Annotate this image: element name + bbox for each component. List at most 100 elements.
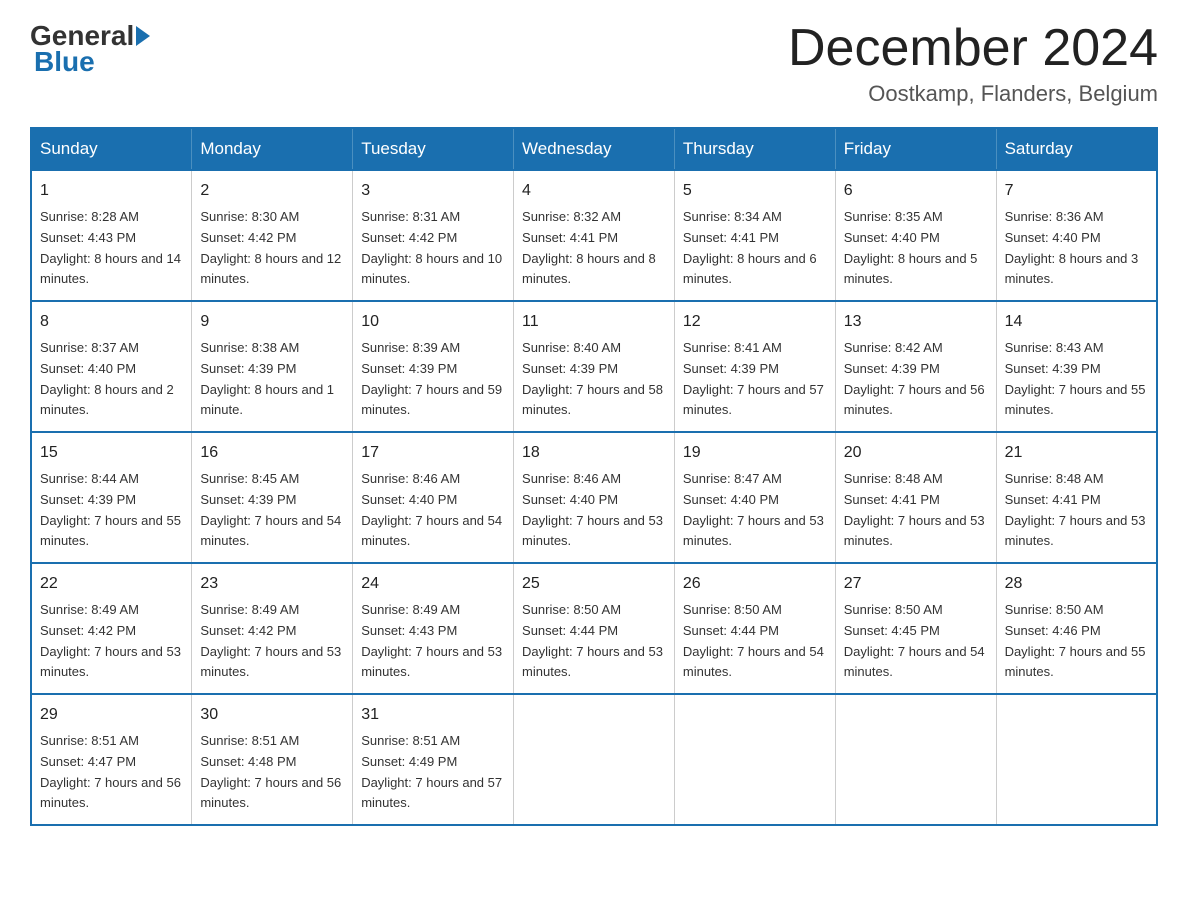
day-number: 18 [522, 441, 666, 466]
calendar-cell: 15 Sunrise: 8:44 AMSunset: 4:39 PMDayligh… [31, 432, 192, 563]
day-header-sunday: Sunday [31, 128, 192, 170]
week-row-4: 22 Sunrise: 8:49 AMSunset: 4:42 PMDayligh… [31, 563, 1157, 694]
day-number: 21 [1005, 441, 1148, 466]
month-year-title: December 2024 [788, 20, 1158, 77]
calendar-cell: 9 Sunrise: 8:38 AMSunset: 4:39 PMDaylight… [192, 301, 353, 432]
day-info: Sunrise: 8:31 AMSunset: 4:42 PMDaylight:… [361, 207, 505, 290]
calendar-cell: 18 Sunrise: 8:46 AMSunset: 4:40 PMDayligh… [514, 432, 675, 563]
week-row-1: 1 Sunrise: 8:28 AMSunset: 4:43 PMDaylight… [31, 170, 1157, 301]
calendar-cell [514, 694, 675, 825]
calendar-cell: 27 Sunrise: 8:50 AMSunset: 4:45 PMDayligh… [835, 563, 996, 694]
calendar-cell: 23 Sunrise: 8:49 AMSunset: 4:42 PMDayligh… [192, 563, 353, 694]
calendar-cell: 4 Sunrise: 8:32 AMSunset: 4:41 PMDaylight… [514, 170, 675, 301]
day-info: Sunrise: 8:34 AMSunset: 4:41 PMDaylight:… [683, 207, 827, 290]
calendar-cell: 21 Sunrise: 8:48 AMSunset: 4:41 PMDayligh… [996, 432, 1157, 563]
day-info: Sunrise: 8:48 AMSunset: 4:41 PMDaylight:… [844, 469, 988, 552]
title-section: December 2024 Oostkamp, Flanders, Belgiu… [788, 20, 1158, 107]
day-info: Sunrise: 8:32 AMSunset: 4:41 PMDaylight:… [522, 207, 666, 290]
day-info: Sunrise: 8:49 AMSunset: 4:42 PMDaylight:… [40, 600, 183, 683]
day-header-thursday: Thursday [674, 128, 835, 170]
day-number: 3 [361, 179, 505, 204]
calendar-cell [835, 694, 996, 825]
day-info: Sunrise: 8:39 AMSunset: 4:39 PMDaylight:… [361, 338, 505, 421]
day-number: 9 [200, 310, 344, 335]
calendar-cell: 10 Sunrise: 8:39 AMSunset: 4:39 PMDayligh… [353, 301, 514, 432]
day-info: Sunrise: 8:28 AMSunset: 4:43 PMDaylight:… [40, 207, 183, 290]
day-info: Sunrise: 8:30 AMSunset: 4:42 PMDaylight:… [200, 207, 344, 290]
day-info: Sunrise: 8:50 AMSunset: 4:44 PMDaylight:… [683, 600, 827, 683]
day-number: 23 [200, 572, 344, 597]
calendar-cell: 28 Sunrise: 8:50 AMSunset: 4:46 PMDayligh… [996, 563, 1157, 694]
day-info: Sunrise: 8:49 AMSunset: 4:43 PMDaylight:… [361, 600, 505, 683]
day-number: 17 [361, 441, 505, 466]
calendar-cell [674, 694, 835, 825]
calendar-cell: 1 Sunrise: 8:28 AMSunset: 4:43 PMDaylight… [31, 170, 192, 301]
calendar-cell: 11Sunrise: 8:40 AMSunset: 4:39 PMDayligh… [514, 301, 675, 432]
day-number: 29 [40, 703, 183, 728]
day-number: 24 [361, 572, 505, 597]
day-number: 31 [361, 703, 505, 728]
day-number: 1 [40, 179, 183, 204]
day-number: 12 [683, 310, 827, 335]
day-number: 19 [683, 441, 827, 466]
day-number: 2 [200, 179, 344, 204]
day-info: Sunrise: 8:40 AMSunset: 4:39 PMDaylight:… [522, 338, 666, 421]
week-row-5: 29 Sunrise: 8:51 AMSunset: 4:47 PMDayligh… [31, 694, 1157, 825]
day-number: 27 [844, 572, 988, 597]
calendar-cell: 8Sunrise: 8:37 AMSunset: 4:40 PMDaylight… [31, 301, 192, 432]
calendar-cell: 29 Sunrise: 8:51 AMSunset: 4:47 PMDayligh… [31, 694, 192, 825]
day-info: Sunrise: 8:48 AMSunset: 4:41 PMDaylight:… [1005, 469, 1148, 552]
day-number: 10 [361, 310, 505, 335]
calendar-cell: 7 Sunrise: 8:36 AMSunset: 4:40 PMDaylight… [996, 170, 1157, 301]
location-subtitle: Oostkamp, Flanders, Belgium [788, 81, 1158, 107]
calendar-cell: 3 Sunrise: 8:31 AMSunset: 4:42 PMDaylight… [353, 170, 514, 301]
day-info: Sunrise: 8:47 AMSunset: 4:40 PMDaylight:… [683, 469, 827, 552]
day-header-saturday: Saturday [996, 128, 1157, 170]
day-header-tuesday: Tuesday [353, 128, 514, 170]
calendar-cell: 12 Sunrise: 8:41 AMSunset: 4:39 PMDayligh… [674, 301, 835, 432]
day-number: 22 [40, 572, 183, 597]
day-header-monday: Monday [192, 128, 353, 170]
day-number: 15 [40, 441, 183, 466]
day-info: Sunrise: 8:46 AMSunset: 4:40 PMDaylight:… [522, 469, 666, 552]
logo: General Blue [30, 20, 152, 78]
calendar-cell: 2 Sunrise: 8:30 AMSunset: 4:42 PMDaylight… [192, 170, 353, 301]
calendar-cell: 14 Sunrise: 8:43 AMSunset: 4:39 PMDayligh… [996, 301, 1157, 432]
calendar-cell: 20 Sunrise: 8:48 AMSunset: 4:41 PMDayligh… [835, 432, 996, 563]
day-info: Sunrise: 8:51 AMSunset: 4:47 PMDaylight:… [40, 731, 183, 814]
day-info: Sunrise: 8:38 AMSunset: 4:39 PMDaylight:… [200, 338, 344, 421]
calendar-cell: 6Sunrise: 8:35 AMSunset: 4:40 PMDaylight… [835, 170, 996, 301]
calendar-cell: 19 Sunrise: 8:47 AMSunset: 4:40 PMDayligh… [674, 432, 835, 563]
calendar-cell [996, 694, 1157, 825]
day-info: Sunrise: 8:42 AMSunset: 4:39 PMDaylight:… [844, 338, 988, 421]
day-info: Sunrise: 8:36 AMSunset: 4:40 PMDaylight:… [1005, 207, 1148, 290]
day-header-wednesday: Wednesday [514, 128, 675, 170]
day-info: Sunrise: 8:51 AMSunset: 4:49 PMDaylight:… [361, 731, 505, 814]
day-info: Sunrise: 8:50 AMSunset: 4:45 PMDaylight:… [844, 600, 988, 683]
day-info: Sunrise: 8:50 AMSunset: 4:46 PMDaylight:… [1005, 600, 1148, 683]
day-number: 6 [844, 179, 988, 204]
day-number: 7 [1005, 179, 1148, 204]
day-header-row: SundayMondayTuesdayWednesdayThursdayFrid… [31, 128, 1157, 170]
calendar-cell: 31 Sunrise: 8:51 AMSunset: 4:49 PMDayligh… [353, 694, 514, 825]
day-number: 8 [40, 310, 183, 335]
calendar-cell: 22 Sunrise: 8:49 AMSunset: 4:42 PMDayligh… [31, 563, 192, 694]
week-row-2: 8Sunrise: 8:37 AMSunset: 4:40 PMDaylight… [31, 301, 1157, 432]
day-number: 28 [1005, 572, 1148, 597]
day-number: 20 [844, 441, 988, 466]
day-number: 4 [522, 179, 666, 204]
logo-arrow-icon [136, 26, 150, 46]
calendar-cell: 25 Sunrise: 8:50 AMSunset: 4:44 PMDayligh… [514, 563, 675, 694]
day-info: Sunrise: 8:46 AMSunset: 4:40 PMDaylight:… [361, 469, 505, 552]
day-info: Sunrise: 8:41 AMSunset: 4:39 PMDaylight:… [683, 338, 827, 421]
day-number: 25 [522, 572, 666, 597]
day-info: Sunrise: 8:45 AMSunset: 4:39 PMDaylight:… [200, 469, 344, 552]
day-info: Sunrise: 8:43 AMSunset: 4:39 PMDaylight:… [1005, 338, 1148, 421]
day-number: 14 [1005, 310, 1148, 335]
day-info: Sunrise: 8:44 AMSunset: 4:39 PMDaylight:… [40, 469, 183, 552]
day-info: Sunrise: 8:50 AMSunset: 4:44 PMDaylight:… [522, 600, 666, 683]
calendar-table: SundayMondayTuesdayWednesdayThursdayFrid… [30, 127, 1158, 826]
day-info: Sunrise: 8:49 AMSunset: 4:42 PMDaylight:… [200, 600, 344, 683]
day-number: 5 [683, 179, 827, 204]
calendar-cell: 5 Sunrise: 8:34 AMSunset: 4:41 PMDaylight… [674, 170, 835, 301]
